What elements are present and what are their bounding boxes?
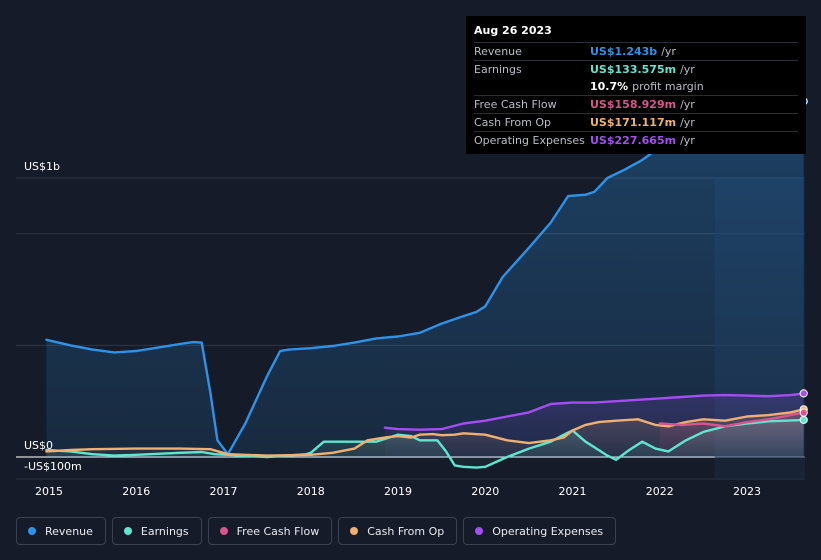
tooltip-row-earnings: Earnings US$133.575m /yr	[474, 60, 798, 78]
operating-expenses-dot-icon	[475, 527, 484, 535]
tooltip-unit: profit margin	[632, 80, 704, 93]
operating-expenses-endpoint	[799, 389, 808, 398]
x-tick-label: 2023	[733, 485, 761, 498]
series-areas	[46, 101, 804, 468]
tooltip-label: Earnings	[474, 63, 522, 76]
tooltip-value: US$158.929m	[590, 98, 677, 111]
legend-label: Cash From Op	[367, 524, 445, 538]
x-tick-label: 2017	[210, 485, 238, 498]
earnings-dot-icon	[123, 527, 132, 535]
free-cash-flow-endpoint	[799, 408, 808, 417]
tooltip-value: 10.7%	[590, 80, 629, 93]
data-tooltip: Aug 26 2023 Revenue US$1.243b /yr Earnin…	[466, 16, 806, 154]
tooltip-value: US$171.117m	[590, 116, 677, 129]
legend-label: Operating Expenses	[492, 524, 604, 538]
tooltip-label: Revenue	[474, 45, 522, 58]
tooltip-date: Aug 26 2023	[474, 24, 552, 37]
legend-label: Free Cash Flow	[236, 524, 320, 538]
tooltip-value: US$227.665m	[590, 134, 677, 147]
tooltip-label: Free Cash Flow	[474, 98, 557, 111]
tooltip-row-free-cash-flow: Free Cash Flow US$158.929m /yr	[474, 95, 798, 113]
tooltip-row-profit-margin: 10.7% profit margin	[474, 78, 798, 95]
tooltip-value: US$1.243b	[590, 45, 658, 58]
legend-item-cash-from-op[interactable]: Cash From Op	[338, 517, 458, 545]
tooltip-row-revenue: Revenue US$1.243b /yr	[474, 42, 798, 60]
cash-from-op-dot-icon	[350, 527, 359, 535]
y-tick-label-zero: US$0	[24, 439, 53, 452]
legend-item-operating-expenses[interactable]: Operating Expenses	[463, 517, 617, 545]
x-tick-label: 2020	[471, 485, 499, 498]
tooltip-unit: /yr	[680, 116, 695, 129]
x-tick-label: 2022	[646, 485, 674, 498]
revenue-dot-icon	[28, 527, 36, 535]
tooltip-row-cash-from-op: Cash From Op US$171.117m /yr	[474, 113, 798, 131]
chart-legend: Revenue Earnings Free Cash Flow Cash Fro…	[16, 517, 622, 545]
legend-item-free-cash-flow[interactable]: Free Cash Flow	[207, 517, 333, 545]
x-tick-label: 2021	[559, 485, 587, 498]
x-tick-label: 2019	[384, 485, 412, 498]
legend-item-earnings[interactable]: Earnings	[111, 517, 202, 545]
x-tick-labels: 2015 2016 2017 2018 2019 2020 2021 2022 2023	[35, 485, 761, 498]
x-tick-label: 2016	[122, 485, 150, 498]
tooltip-unit: /yr	[680, 134, 695, 147]
tooltip-label: Operating Expenses	[474, 134, 585, 147]
free-cash-flow-dot-icon	[219, 527, 228, 535]
y-tick-label-negative: -US$100m	[24, 460, 82, 473]
earnings-endpoint	[799, 415, 808, 424]
legend-label: Revenue	[45, 524, 93, 538]
y-tick-label-top: US$1b	[24, 160, 60, 173]
tooltip-unit: /yr	[680, 63, 695, 76]
tooltip-unit: /yr	[680, 98, 695, 111]
tooltip-value: US$133.575m	[590, 63, 677, 76]
legend-item-revenue[interactable]: Revenue	[16, 517, 106, 545]
tooltip-label: Cash From Op	[474, 116, 552, 129]
tooltip-row-operating-expenses: Operating Expenses US$227.665m /yr	[474, 131, 798, 149]
x-tick-label: 2018	[297, 485, 325, 498]
tooltip-unit: /yr	[661, 45, 676, 58]
x-tick-label: 2015	[35, 485, 63, 498]
legend-label: Earnings	[140, 524, 189, 538]
